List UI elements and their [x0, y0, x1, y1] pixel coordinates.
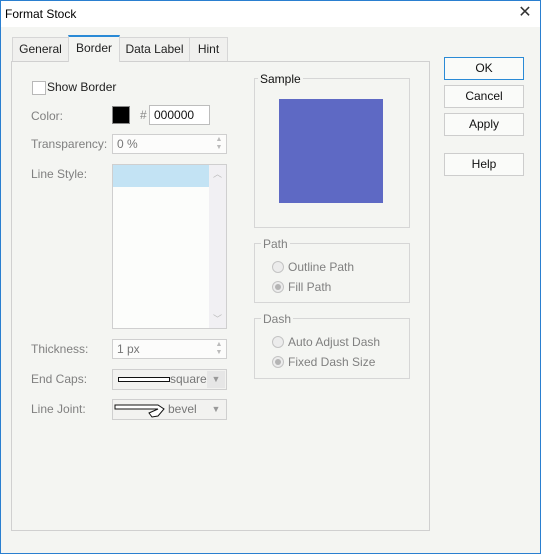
bevel-joint-icon: [114, 404, 165, 418]
spin-up-icon[interactable]: ▲: [216, 341, 223, 348]
transparency-label: Transparency:: [31, 137, 108, 151]
spin-down-icon[interactable]: ▼: [216, 144, 223, 151]
thickness-spinner[interactable]: 1 px ▲ ▼: [112, 339, 227, 359]
line-joint-label: Line Joint:: [31, 402, 86, 416]
transparency-spinner[interactable]: 0 % ▲ ▼: [112, 134, 227, 154]
line-joint-value: bevel: [168, 402, 197, 416]
path-title: Path: [261, 237, 290, 251]
thickness-label: Thickness:: [31, 342, 89, 356]
fixed-dash-size-radio[interactable]: [272, 356, 284, 368]
line-style-selected-item[interactable]: [113, 165, 209, 187]
fill-path-radio[interactable]: [272, 281, 284, 293]
show-border-checkbox[interactable]: [32, 81, 46, 95]
sample-preview: [279, 99, 383, 203]
help-button[interactable]: Help: [444, 153, 524, 176]
format-stock-dialog: Format Stock ✕ General Border Data Label…: [0, 0, 541, 554]
color-hex-input[interactable]: 000000: [149, 105, 210, 125]
thickness-value: 1 px: [117, 342, 140, 356]
spinner-arrows-icon[interactable]: ▲ ▼: [214, 341, 224, 357]
scroll-down-icon[interactable]: ﹀: [209, 312, 226, 326]
dropdown-arrow-icon[interactable]: ▼: [207, 401, 225, 418]
square-cap-line-icon: [118, 377, 170, 382]
tab-general[interactable]: General: [12, 37, 69, 61]
tab-hint[interactable]: Hint: [189, 37, 228, 61]
close-icon[interactable]: ✕: [516, 4, 534, 22]
fill-path-label: Fill Path: [288, 280, 332, 294]
end-caps-dropdown[interactable]: square ▼: [112, 369, 227, 390]
spin-down-icon[interactable]: ▼: [216, 349, 223, 356]
line-style-list[interactable]: ︿ ﹀: [112, 164, 227, 329]
title-bar: Format Stock ✕: [1, 1, 540, 27]
line-joint-dropdown[interactable]: bevel ▼: [112, 399, 227, 420]
outline-path-label: Outline Path: [288, 260, 355, 274]
line-style-scrollbar[interactable]: ︿ ﹀: [209, 165, 226, 328]
auto-adjust-dash-label: Auto Adjust Dash: [288, 335, 381, 349]
line-style-label: Line Style:: [31, 167, 88, 181]
tab-data-label[interactable]: Data Label: [119, 37, 190, 61]
color-swatch-button[interactable]: [112, 106, 130, 124]
hash-symbol: #: [140, 108, 147, 122]
show-border-label: Show Border: [47, 80, 117, 94]
auto-adjust-dash-radio[interactable]: [272, 336, 284, 348]
end-caps-label: End Caps:: [31, 372, 88, 386]
spin-up-icon[interactable]: ▲: [216, 136, 223, 143]
scroll-up-icon[interactable]: ︿: [209, 167, 226, 181]
end-caps-value: square: [170, 372, 207, 386]
sample-title: Sample: [258, 72, 303, 86]
cancel-button[interactable]: Cancel: [444, 85, 524, 108]
spinner-arrows-icon[interactable]: ▲ ▼: [214, 136, 224, 152]
dash-title: Dash: [261, 312, 294, 326]
color-label: Color:: [31, 109, 64, 123]
transparency-value: 0 %: [117, 137, 138, 151]
outline-path-radio[interactable]: [272, 261, 284, 273]
tab-border[interactable]: Border: [68, 35, 120, 62]
apply-button[interactable]: Apply: [444, 113, 524, 136]
fixed-dash-size-label: Fixed Dash Size: [288, 355, 376, 369]
ok-button[interactable]: OK: [444, 57, 524, 80]
dropdown-arrow-icon[interactable]: ▼: [207, 371, 225, 388]
dialog-title: Format Stock: [5, 7, 77, 21]
